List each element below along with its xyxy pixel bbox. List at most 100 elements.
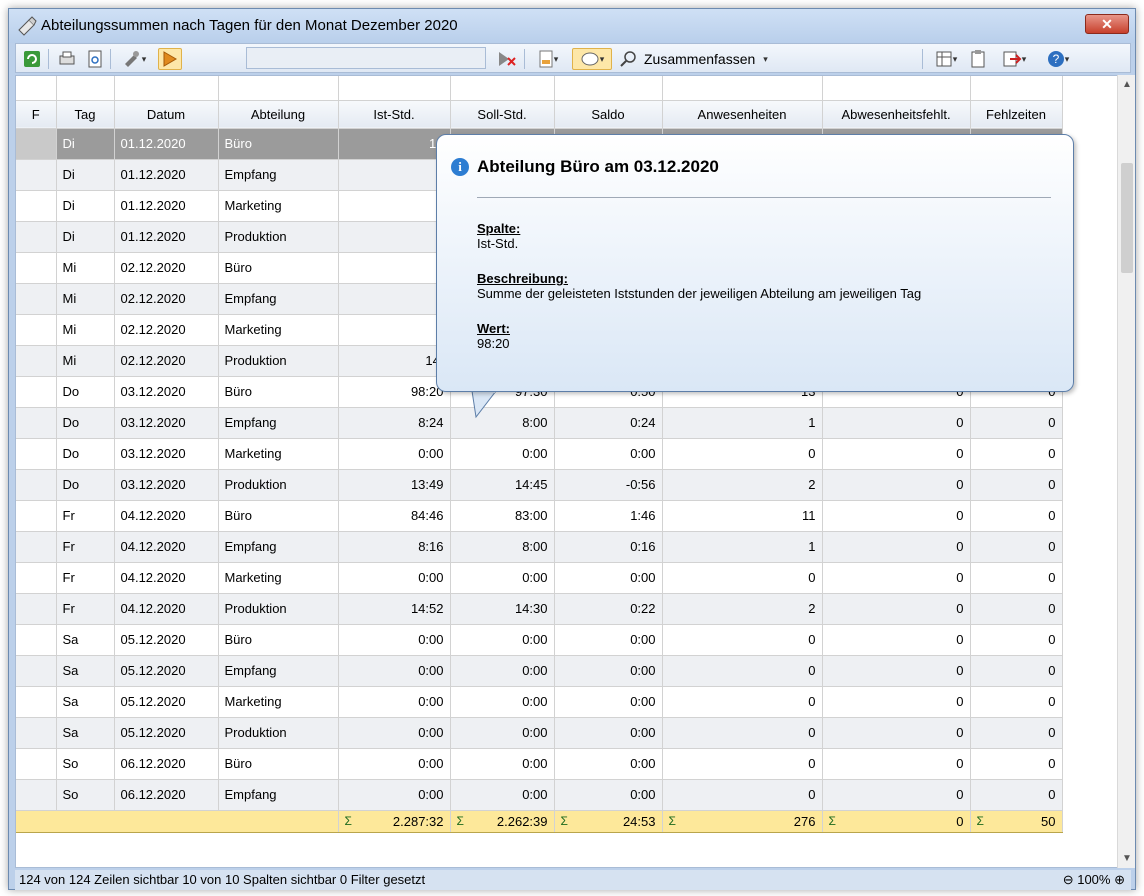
filter-cell[interactable] — [218, 76, 339, 101]
table-cell[interactable]: 0 — [662, 686, 823, 718]
table-cell[interactable] — [338, 283, 451, 315]
table-cell[interactable]: 0:00 — [450, 624, 555, 656]
table-cell[interactable]: 02.12.2020 — [114, 314, 219, 346]
table-cell[interactable]: 0 — [970, 531, 1063, 563]
table-cell[interactable]: 02.12.2020 — [114, 345, 219, 377]
table-cell[interactable]: 0 — [970, 407, 1063, 439]
table-cell[interactable]: Büro — [218, 500, 339, 532]
table-cell[interactable]: 0 — [822, 407, 971, 439]
table-cell[interactable]: 0 — [822, 748, 971, 780]
table-cell[interactable] — [16, 500, 57, 532]
table-cell[interactable] — [16, 717, 57, 749]
tools-dropdown-icon[interactable]: ▾ — [116, 48, 152, 70]
table-cell[interactable]: 1 — [662, 407, 823, 439]
column-header[interactable]: Saldo — [554, 100, 663, 129]
table-cell[interactable]: Marketing — [218, 190, 339, 222]
exit-dropdown-icon[interactable]: ▾ — [994, 48, 1034, 70]
table-cell[interactable]: 03.12.2020 — [114, 376, 219, 408]
table-cell[interactable]: 0:00 — [554, 438, 663, 470]
table-cell[interactable]: 03.12.2020 — [114, 438, 219, 470]
table-cell[interactable] — [16, 469, 57, 501]
table-cell[interactable]: 0 — [970, 655, 1063, 687]
table-row[interactable]: Sa 05.12.2020 Produktion 0:00 0:00 0:00 0 0 0 — [16, 717, 1063, 749]
table-cell[interactable]: 0 — [662, 655, 823, 687]
scroll-up-icon[interactable]: ▲ — [1118, 79, 1136, 90]
table-row[interactable]: Sa 05.12.2020 Empfang 0:00 0:00 0:00 0 0 0 — [16, 655, 1063, 687]
table-cell[interactable] — [16, 624, 57, 656]
column-header[interactable]: Ist-Std. — [338, 100, 451, 129]
table-cell[interactable]: 0:00 — [554, 562, 663, 594]
table-cell[interactable]: 04.12.2020 — [114, 500, 219, 532]
table-cell[interactable]: Di — [56, 190, 115, 222]
table-cell[interactable]: 0:00 — [450, 438, 555, 470]
table-cell[interactable]: Di — [56, 221, 115, 253]
table-cell[interactable]: 2 — [662, 593, 823, 625]
table-cell[interactable]: 84:46 — [338, 500, 451, 532]
table-cell[interactable]: 1 — [338, 221, 451, 253]
table-cell[interactable]: Fr — [56, 531, 115, 563]
table-cell[interactable]: Mi — [56, 283, 115, 315]
table-cell[interactable]: 0:00 — [450, 779, 555, 811]
table-cell[interactable]: Büro — [218, 748, 339, 780]
table-cell[interactable]: 0 — [662, 748, 823, 780]
table-row[interactable]: So 06.12.2020 Empfang 0:00 0:00 0:00 0 0 0 — [16, 779, 1063, 811]
filter-cell[interactable] — [970, 76, 1063, 101]
table-cell[interactable]: 0 — [662, 779, 823, 811]
table-cell[interactable]: 0:00 — [450, 748, 555, 780]
table-cell[interactable]: Produktion — [218, 593, 339, 625]
table-cell[interactable]: 0:00 — [554, 624, 663, 656]
table-cell[interactable]: Produktion — [218, 221, 339, 253]
table-cell[interactable]: 0 — [970, 624, 1063, 656]
zoom-out-icon[interactable]: ⊖ — [1063, 872, 1074, 887]
table-cell[interactable]: 0 — [970, 438, 1063, 470]
table-cell[interactable]: Produktion — [218, 345, 339, 377]
table-cell[interactable]: Do — [56, 376, 115, 408]
table-cell[interactable]: 05.12.2020 — [114, 624, 219, 656]
table-cell[interactable]: 1:46 — [554, 500, 663, 532]
table-cell[interactable] — [16, 748, 57, 780]
table-cell[interactable]: 0 — [662, 624, 823, 656]
refresh-icon[interactable] — [22, 48, 42, 70]
export-dropdown-icon[interactable]: ▾ — [530, 48, 566, 70]
table-cell[interactable] — [16, 159, 57, 191]
column-header[interactable]: Fehlzeiten — [970, 100, 1063, 129]
print-preview-icon[interactable] — [84, 48, 106, 70]
table-cell[interactable]: 0:24 — [554, 407, 663, 439]
table-cell[interactable]: 0 — [970, 562, 1063, 594]
table-cell[interactable]: 8:24 — [338, 407, 451, 439]
table-cell[interactable]: 0:00 — [338, 748, 451, 780]
filter-cell[interactable] — [662, 76, 823, 101]
table-cell[interactable] — [16, 283, 57, 315]
table-cell[interactable]: Empfang — [218, 655, 339, 687]
table-cell[interactable]: 0 — [822, 593, 971, 625]
clipboard-icon[interactable] — [968, 48, 988, 70]
table-cell[interactable]: 01.12.2020 — [114, 159, 219, 191]
table-cell[interactable]: 0 — [970, 686, 1063, 718]
column-header[interactable]: Abteilung — [218, 100, 339, 129]
table-cell[interactable]: 0 — [822, 562, 971, 594]
table-cell[interactable] — [16, 376, 57, 408]
table-cell[interactable]: 0 — [822, 655, 971, 687]
table-cell[interactable]: Sa — [56, 717, 115, 749]
table-cell[interactable]: 0:00 — [554, 655, 663, 687]
table-cell[interactable]: 03.12.2020 — [114, 469, 219, 501]
table-cell[interactable]: 0:00 — [338, 779, 451, 811]
table-cell[interactable] — [338, 159, 451, 191]
table-row[interactable]: Do 03.12.2020 Empfang 8:24 8:00 0:24 1 0 0 — [16, 407, 1063, 439]
table-cell[interactable]: 9 — [338, 252, 451, 284]
tooltip-toggle-icon[interactable]: ▾ — [572, 48, 612, 70]
table-cell[interactable]: Büro — [218, 376, 339, 408]
table-cell[interactable]: 8:00 — [450, 531, 555, 563]
table-cell[interactable]: 05.12.2020 — [114, 686, 219, 718]
table-cell[interactable]: 0 — [662, 438, 823, 470]
column-header[interactable]: Abwesenheitsfehlt. — [822, 100, 971, 129]
table-cell[interactable]: 0 — [662, 562, 823, 594]
table-cell[interactable]: 04.12.2020 — [114, 531, 219, 563]
table-cell[interactable]: 14: — [338, 345, 451, 377]
scroll-down-icon[interactable]: ▼ — [1118, 853, 1136, 864]
table-cell[interactable]: Do — [56, 407, 115, 439]
table-row[interactable]: Do 03.12.2020 Marketing 0:00 0:00 0:00 0 0 0 — [16, 438, 1063, 470]
filter-cell[interactable] — [16, 76, 57, 101]
table-cell[interactable]: 0:00 — [554, 717, 663, 749]
table-cell[interactable]: Fr — [56, 593, 115, 625]
